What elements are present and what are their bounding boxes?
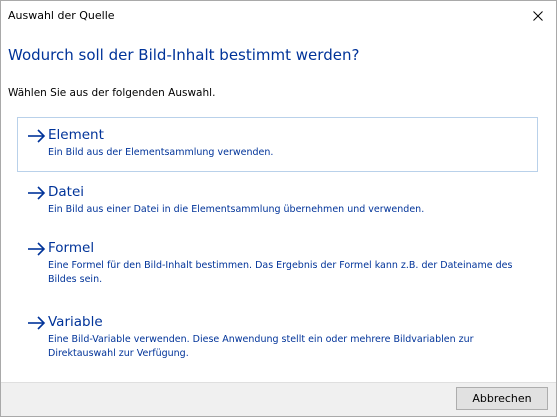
option-datei[interactable]: Datei Ein Bild aus einer Datei in die El… bbox=[17, 174, 538, 224]
close-button[interactable] bbox=[520, 1, 556, 31]
option-title: Datei bbox=[48, 184, 85, 200]
arrow-right-icon bbox=[28, 242, 46, 256]
option-element[interactable]: Element Ein Bild aus der Elementsammlung… bbox=[17, 117, 538, 172]
arrow-right-icon bbox=[28, 129, 46, 143]
option-description: Ein Bild aus einer Datei in die Elements… bbox=[48, 204, 425, 215]
option-title: Formel bbox=[48, 240, 95, 256]
option-description: Ein Bild aus der Elementsammlung verwend… bbox=[48, 147, 274, 158]
cancel-button[interactable]: Abbrechen bbox=[456, 387, 548, 410]
close-icon bbox=[533, 11, 543, 21]
dialog-footer: Abbrechen bbox=[1, 382, 556, 416]
option-variable[interactable]: Variable Eine Bild-Variable verwenden. D… bbox=[17, 304, 538, 368]
option-formel[interactable]: Formel Eine Formel für den Bild-Inhalt b… bbox=[17, 230, 538, 294]
option-description: Eine Bild-Variable verwenden. Diese Anwe… bbox=[48, 334, 474, 359]
option-title: Variable bbox=[48, 314, 103, 330]
main-instruction: Wodurch soll der Bild-Inhalt bestimmt we… bbox=[8, 46, 360, 64]
option-title: Element bbox=[48, 127, 104, 143]
content-text: Wählen Sie aus der folgenden Auswahl. bbox=[8, 87, 216, 99]
arrow-right-icon bbox=[28, 186, 46, 200]
title-bar: Auswahl der Quelle bbox=[1, 1, 556, 31]
task-dialog: Auswahl der Quelle Wodurch soll der Bild… bbox=[0, 0, 557, 417]
option-description: Eine Formel für den Bild-Inhalt bestimme… bbox=[48, 260, 513, 285]
window-title: Auswahl der Quelle bbox=[8, 9, 115, 22]
arrow-right-icon bbox=[28, 316, 46, 330]
